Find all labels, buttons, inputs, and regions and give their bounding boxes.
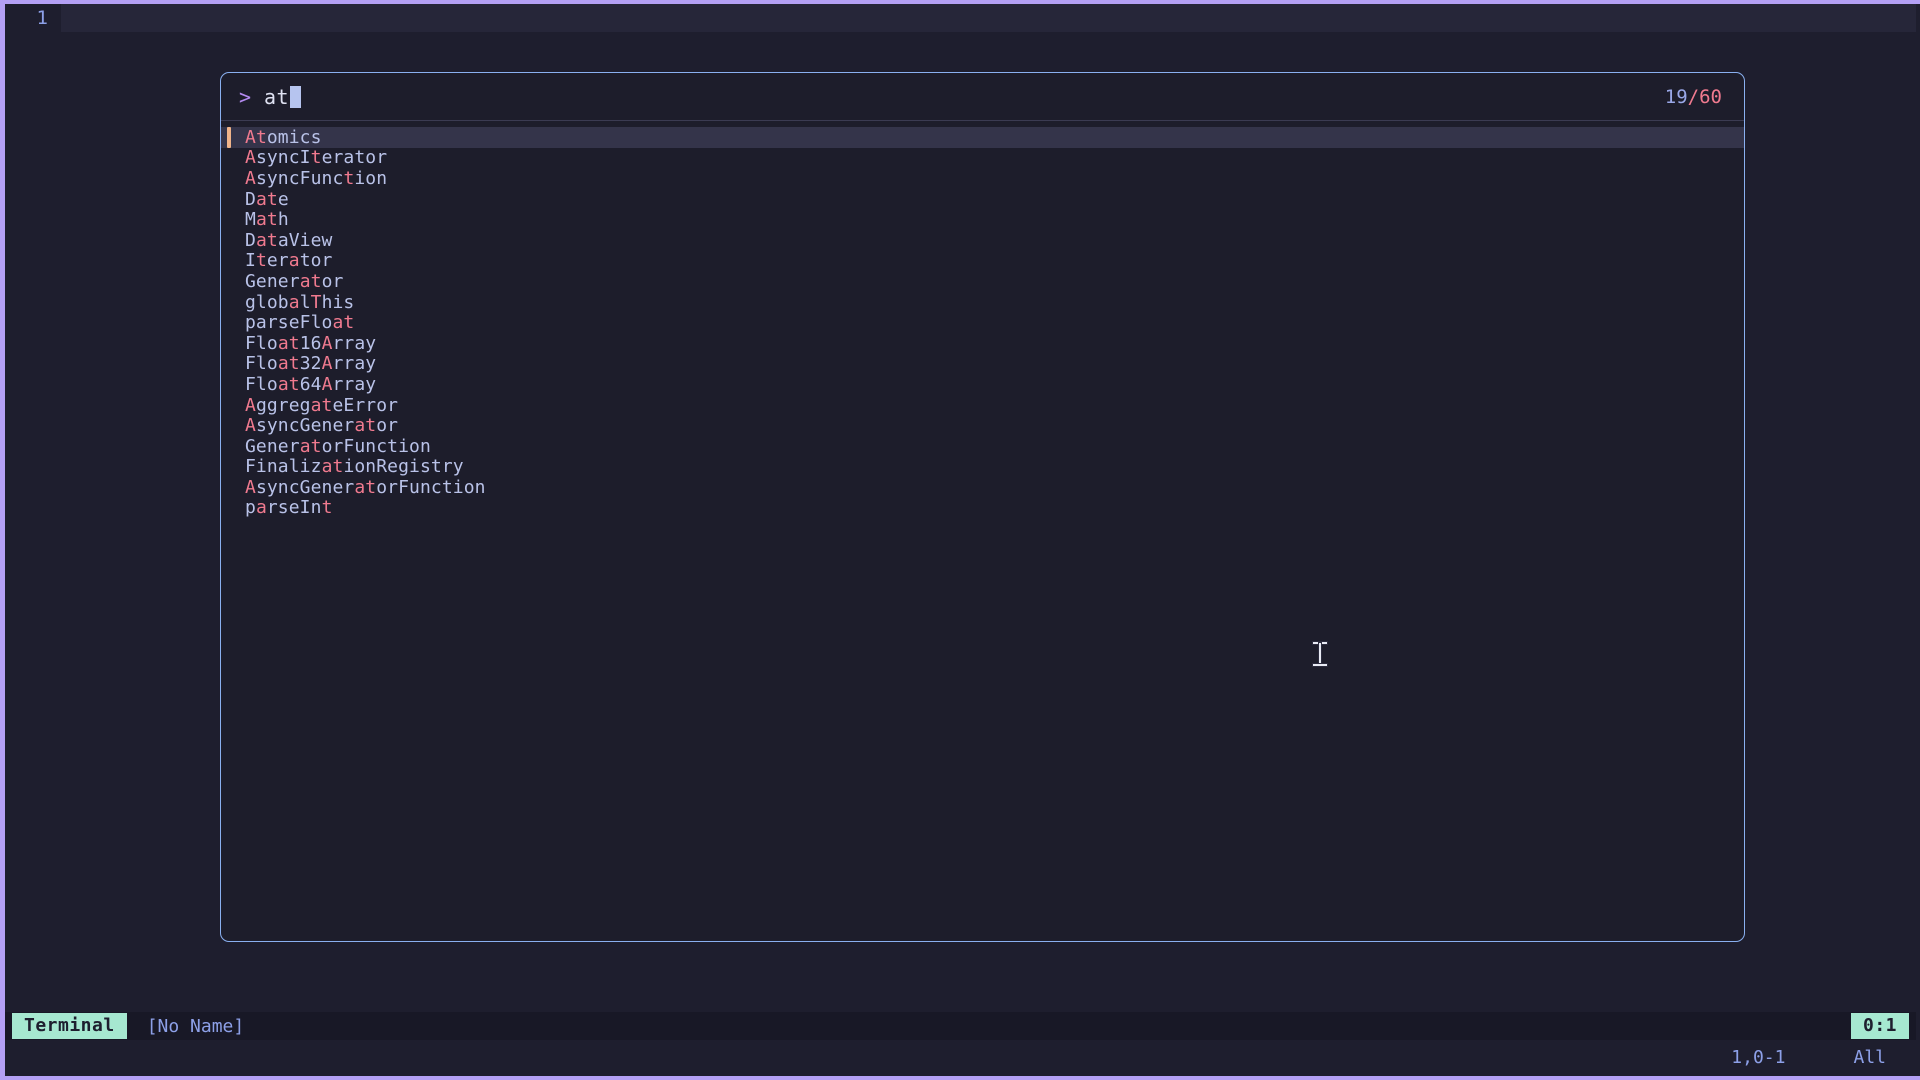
result-item[interactable]: AsyncFunction (221, 168, 1744, 189)
result-item[interactable]: Float16Array (221, 333, 1744, 354)
fuzzy-finder-popup[interactable]: > at 19/60 Atomics AsyncIterator AsyncFunc… (220, 72, 1745, 942)
finder-prompt-row[interactable]: > at 19/60 (221, 73, 1744, 121)
result-item-label: Date (245, 188, 289, 210)
result-item-label: GeneratorFunction (245, 435, 431, 457)
mouse-ibeam-cursor-icon (1312, 641, 1328, 667)
result-item-label: parseInt (245, 497, 333, 519)
status-ruler: 1,0-1 (1731, 1046, 1786, 1068)
status-file-name: [No Name] (146, 1015, 245, 1037)
result-item[interactable]: Float64Array (221, 374, 1744, 395)
result-item[interactable]: DataView (221, 230, 1744, 251)
cursorline-band (61, 4, 1916, 32)
result-item-label: Math (245, 209, 289, 231)
result-item[interactable]: Atomics (221, 127, 1744, 148)
status-badge-position: 0:1 (1850, 1013, 1909, 1039)
match-counter-total: /60 (1687, 85, 1722, 108)
result-item-label: Float64Array (245, 373, 377, 395)
command-line: 1,0-1 All (5, 1044, 1916, 1070)
result-item[interactable]: AsyncIterator (221, 147, 1744, 169)
results-list[interactable]: Atomics AsyncIterator AsyncFunction Date Mat… (221, 121, 1744, 518)
result-item[interactable]: AggregateError (221, 395, 1744, 416)
result-item[interactable]: Float32Array (221, 353, 1744, 375)
result-item[interactable]: AsyncGenerator (221, 415, 1744, 436)
statusline: Terminal [No Name] 0:1 (5, 1012, 1916, 1040)
result-item[interactable]: FinalizationRegistry (221, 456, 1744, 478)
result-item-label: AsyncFunction (245, 167, 388, 189)
match-counter: 19/60 (1665, 86, 1722, 108)
status-scroll-position: All (1853, 1046, 1886, 1068)
search-input[interactable]: at (264, 85, 289, 109)
result-item[interactable]: Iterator (221, 250, 1744, 272)
result-item[interactable]: Generator (221, 271, 1744, 292)
match-counter-current: 19 (1664, 85, 1688, 108)
selection-indicator (227, 127, 231, 148)
result-item-label: parseFloat (245, 312, 355, 334)
result-item-label: AggregateError (245, 394, 399, 416)
result-item-label: globalThis (245, 291, 355, 313)
status-badge-mode: Terminal (12, 1013, 127, 1039)
neovim-window: 1 > at 19/60 Atomics AsyncIterator AsyncFu… (0, 0, 1920, 1080)
line-number: 1 (36, 7, 48, 29)
result-item-label: Iterator (245, 250, 333, 272)
result-item-label: AsyncIterator (245, 147, 388, 169)
result-item-label: DataView (245, 229, 333, 251)
result-item[interactable]: parseFloat (221, 312, 1744, 333)
editor-cursorline: 1 (5, 4, 1916, 32)
result-item-label: FinalizationRegistry (245, 456, 464, 478)
result-item[interactable]: AsyncGeneratorFunction (221, 477, 1744, 498)
result-item-label: AsyncGeneratorFunction (245, 476, 486, 498)
result-item[interactable]: parseInt (221, 497, 1744, 519)
result-item[interactable]: Date (221, 189, 1744, 210)
result-item[interactable]: Math (221, 209, 1744, 230)
text-cursor (289, 85, 301, 108)
result-item-label: Atomics (245, 126, 322, 148)
result-item[interactable]: GeneratorFunction (221, 436, 1744, 457)
result-item[interactable]: globalThis (221, 292, 1744, 313)
result-item-label: AsyncGenerator (245, 415, 399, 437)
prompt-caret-icon: > (239, 84, 252, 109)
result-item-label: Float16Array (245, 332, 377, 354)
result-item-label: Float32Array (245, 353, 377, 375)
result-item-label: Generator (245, 270, 344, 292)
